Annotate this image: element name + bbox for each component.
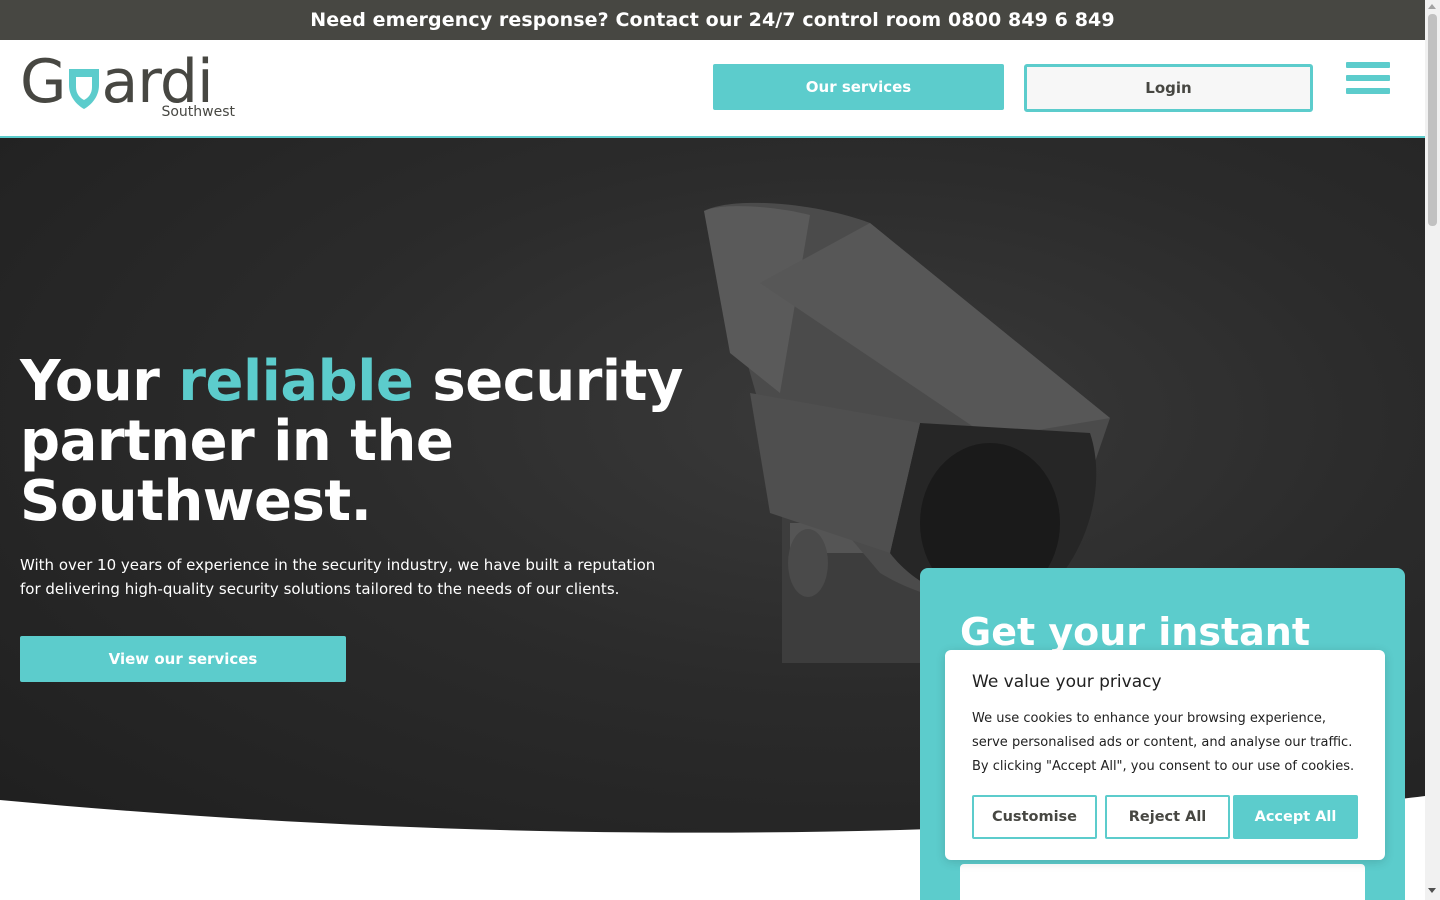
site-header: G ardi Southwest Our services Login — [0, 40, 1425, 138]
view-services-button[interactable]: View our services — [20, 636, 346, 682]
quote-card-title: Get your instant — [960, 610, 1310, 654]
scroll-thumb[interactable] — [1428, 14, 1437, 226]
accept-all-button[interactable]: Accept All — [1233, 795, 1358, 839]
emergency-banner: Need emergency response? Contact our 24/… — [0, 0, 1425, 40]
scroll-up-icon[interactable] — [1428, 4, 1436, 9]
hamburger-menu-icon[interactable] — [1346, 62, 1390, 108]
reject-all-button[interactable]: Reject All — [1105, 795, 1230, 839]
shield-icon — [68, 69, 99, 109]
site-logo[interactable]: G ardi Southwest — [20, 47, 235, 124]
logo-subtitle: Southwest — [161, 104, 235, 120]
emergency-banner-text: Need emergency response? Contact our 24/… — [310, 9, 1115, 31]
cookie-consent-dialog: We value your privacy We use cookies to … — [945, 650, 1385, 860]
login-button[interactable]: Login — [1024, 64, 1313, 112]
hero-title: Your reliable security partner in the So… — [20, 349, 683, 534]
customise-button[interactable]: Customise — [972, 795, 1097, 839]
hero-description: With over 10 years of experience in the … — [20, 556, 656, 598]
our-services-button[interactable]: Our services — [713, 64, 1004, 110]
quote-form-field[interactable] — [960, 864, 1365, 900]
cookie-title: We value your privacy — [972, 672, 1162, 692]
page-scrollbar[interactable] — [1425, 0, 1440, 900]
scroll-down-icon[interactable] — [1428, 888, 1436, 893]
hero-title-accent: reliable — [178, 349, 414, 414]
cookie-message: We use cookies to enhance your browsing … — [972, 711, 1355, 774]
